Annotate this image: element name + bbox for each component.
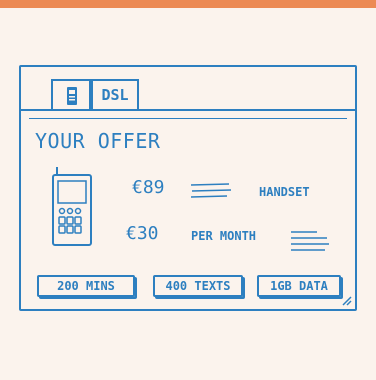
tab-dsl-label: DSL xyxy=(101,86,129,104)
chip-data: 1GB DATA xyxy=(257,275,341,297)
content-divider xyxy=(29,118,347,119)
chip-data-label: 1GB DATA xyxy=(270,279,328,293)
phone-icon xyxy=(67,87,77,105)
tab-phone[interactable] xyxy=(51,79,91,109)
handset-phone-icon xyxy=(52,167,92,246)
handset-label: HANDSET xyxy=(259,185,310,199)
tab-dsl[interactable]: DSL xyxy=(91,79,139,109)
handset-price: €89 xyxy=(132,177,165,198)
tab-strip-divider xyxy=(21,109,355,111)
monthly-description-lines xyxy=(291,231,329,251)
resize-handle-icon[interactable] xyxy=(341,295,353,307)
chip-minutes: 200 MINS xyxy=(37,275,135,297)
handset-description-lines xyxy=(190,183,232,198)
chip-texts-label: 400 TEXTS xyxy=(165,279,231,293)
chip-minutes-label: 200 MINS xyxy=(57,279,115,293)
chip-texts: 400 TEXTS xyxy=(153,275,243,297)
monthly-price: €30 xyxy=(126,223,159,244)
page-title: YOUR OFFER xyxy=(35,129,161,153)
top-accent-bar xyxy=(0,0,376,8)
offer-window: DSL YOUR OFFER €89 HANDSET €30 PER MONTH… xyxy=(19,65,357,311)
per-month-label: PER MONTH xyxy=(191,229,257,243)
